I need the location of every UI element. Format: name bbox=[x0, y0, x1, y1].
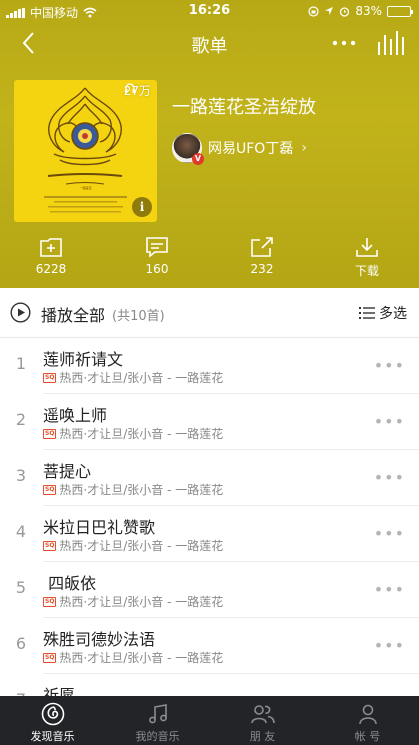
song-title: 米拉日巴礼赞歌 bbox=[43, 518, 156, 537]
song-index: 6 bbox=[15, 634, 27, 653]
song-artist-album: 热西·才让旦/张小音 - 一路莲花 bbox=[59, 595, 224, 609]
sq-badge: SQ bbox=[43, 652, 57, 663]
tab-friends-label: 朋 友 bbox=[249, 730, 276, 743]
play-all-row[interactable]: 播放全部 (共10首) 多选 bbox=[0, 288, 419, 338]
playlist-title: 一路莲花圣洁绽放 bbox=[172, 97, 316, 118]
comment-icon bbox=[146, 237, 168, 258]
sq-badge: SQ bbox=[43, 372, 57, 383]
multi-select-button[interactable]: 多选 bbox=[359, 303, 407, 323]
battery-icon bbox=[387, 5, 413, 17]
song-more-icon[interactable]: ••• bbox=[374, 468, 405, 487]
song-more-icon[interactable]: ••• bbox=[374, 580, 405, 599]
song-title: 遥唤上师 bbox=[43, 406, 108, 425]
song-index: 5 bbox=[15, 578, 27, 597]
share-button[interactable]: 232 bbox=[222, 236, 302, 276]
song-index: 1 bbox=[15, 354, 27, 373]
download-button[interactable]: 下载 bbox=[327, 236, 407, 279]
comment-button[interactable]: 160 bbox=[117, 236, 197, 276]
song-artist-album: 热西·才让旦/张小音 - 一路莲花 bbox=[59, 483, 224, 497]
song-meta: SQ 热西·才让旦/张小音 - 一路莲花 bbox=[43, 369, 223, 386]
share-count: 232 bbox=[250, 262, 274, 276]
song-row[interactable]: 3 菩提心 SQ 热西·才让旦/张小音 - 一路莲花 ••• bbox=[0, 450, 419, 506]
netease-logo-icon bbox=[41, 702, 64, 726]
song-title: 殊胜司德妙法语 bbox=[43, 630, 156, 649]
song-row[interactable]: 1 莲师祈请文 SQ 热西·才让旦/张小音 - 一路莲花 ••• bbox=[0, 338, 419, 394]
song-list: 播放全部 (共10首) 多选 1 莲师祈请文 SQ 热西·才让旦/张小音 - 一路… bbox=[0, 288, 419, 696]
tab-discover-label: 发现音乐 bbox=[30, 730, 75, 743]
collect-icon bbox=[40, 238, 62, 257]
collect-button[interactable]: 6228 bbox=[11, 236, 91, 276]
playlist-cover[interactable]: 一路莲花 27万 i bbox=[14, 80, 157, 222]
status-bar: 中国移动 16:26 83% bbox=[0, 0, 419, 22]
download-label: 下载 bbox=[354, 264, 379, 278]
more-dots-icon[interactable] bbox=[329, 28, 359, 58]
nav-bar: 歌单 bbox=[0, 22, 419, 66]
song-title: 祈愿 bbox=[43, 686, 76, 696]
music-note-icon bbox=[148, 704, 167, 724]
song-row[interactable]: 6 殊胜司德妙法语 SQ 热西·才让旦/张小音 - 一路莲花 ••• bbox=[0, 618, 419, 674]
tab-bar: 发现音乐 我的音乐 朋 友 帐 号 bbox=[0, 696, 419, 745]
battery-percent: 83% bbox=[355, 4, 382, 18]
sq-badge: SQ bbox=[43, 540, 57, 551]
collect-count: 6228 bbox=[35, 262, 67, 276]
play-all-label: 播放全部 bbox=[41, 306, 106, 325]
multi-select-label: 多选 bbox=[379, 306, 407, 322]
alarm-icon bbox=[340, 6, 350, 17]
song-artist-album: 热西·才让旦/张小音 - 一路莲花 bbox=[59, 539, 224, 553]
location-icon bbox=[325, 7, 334, 15]
song-index: 2 bbox=[15, 410, 27, 429]
tab-discover[interactable]: 发现音乐 bbox=[0, 696, 105, 745]
song-more-icon[interactable]: ••• bbox=[374, 524, 405, 543]
song-more-icon[interactable]: ••• bbox=[374, 412, 405, 431]
cover-caption: 一路莲花 bbox=[79, 186, 92, 190]
song-title: 菩提心 bbox=[43, 462, 92, 481]
song-index: 3 bbox=[15, 466, 27, 485]
song-title: 四皈依 bbox=[43, 574, 97, 593]
creator-name: 网易UFO丁磊 bbox=[208, 141, 294, 157]
friends-icon bbox=[250, 705, 275, 724]
creator-avatar: V bbox=[172, 133, 204, 165]
play-circle-icon bbox=[10, 302, 31, 323]
song-more-icon[interactable]: ••• bbox=[374, 636, 405, 655]
tab-my-music-label: 我的音乐 bbox=[135, 730, 180, 743]
song-title: 莲师祈请文 bbox=[43, 350, 124, 369]
tab-account-label: 帐 号 bbox=[354, 730, 381, 743]
song-artist-album: 热西·才让旦/张小音 - 一路莲花 bbox=[59, 371, 224, 385]
song-row[interactable]: 7 祈愿 bbox=[0, 674, 419, 696]
account-icon bbox=[358, 704, 377, 725]
download-icon bbox=[356, 238, 378, 257]
tab-my-music[interactable]: 我的音乐 bbox=[105, 696, 210, 745]
song-count: (共10首) bbox=[112, 309, 165, 324]
action-bar: 6228 160 232 下载 bbox=[0, 236, 419, 286]
song-row[interactable]: 5 四皈依 SQ 热西·才让旦/张小音 - 一路莲花 ••• bbox=[0, 562, 419, 618]
share-icon bbox=[251, 237, 273, 257]
headphones-icon bbox=[124, 83, 135, 93]
song-more-icon[interactable]: ••• bbox=[374, 356, 405, 375]
lock-rotation-icon bbox=[308, 5, 319, 17]
song-index: 4 bbox=[15, 522, 27, 541]
play-count: 27万 bbox=[124, 82, 151, 99]
chevron-right-icon: › bbox=[301, 140, 307, 156]
song-meta: SQ 热西·才让旦/张小音 - 一路莲花 bbox=[43, 537, 223, 554]
song-meta: SQ 热西·才让旦/张小音 - 一路莲花 bbox=[43, 649, 223, 666]
list-icon bbox=[359, 307, 375, 319]
sq-badge: SQ bbox=[43, 428, 57, 439]
info-icon[interactable]: i bbox=[132, 197, 152, 217]
tab-friends[interactable]: 朋 友 bbox=[210, 696, 315, 745]
creator-link[interactable]: V 网易UFO丁磊 › bbox=[172, 133, 307, 165]
song-row[interactable]: 2 遥唤上师 SQ 热西·才让旦/张小音 - 一路莲花 ••• bbox=[0, 394, 419, 450]
song-row[interactable]: 4 米拉日巴礼赞歌 SQ 热西·才让旦/张小音 - 一路莲花 ••• bbox=[0, 506, 419, 562]
song-artist-album: 热西·才让旦/张小音 - 一路莲花 bbox=[59, 651, 224, 665]
verified-badge-icon: V bbox=[192, 153, 204, 165]
song-meta: SQ 热西·才让旦/张小音 - 一路莲花 bbox=[43, 593, 223, 610]
playlist-header: 中国移动 16:26 83% 歌单 一路莲花 27万 i 一路莲花圣洁绽放 V … bbox=[0, 0, 419, 288]
tab-account[interactable]: 帐 号 bbox=[315, 696, 419, 745]
sq-badge: SQ bbox=[43, 484, 57, 495]
equalizer-icon[interactable] bbox=[375, 28, 405, 58]
comment-count: 160 bbox=[145, 262, 169, 276]
sq-badge: SQ bbox=[43, 596, 57, 607]
song-meta: SQ 热西·才让旦/张小音 - 一路莲花 bbox=[43, 425, 223, 442]
song-artist-album: 热西·才让旦/张小音 - 一路莲花 bbox=[59, 427, 224, 441]
song-meta: SQ 热西·才让旦/张小音 - 一路莲花 bbox=[43, 481, 223, 498]
